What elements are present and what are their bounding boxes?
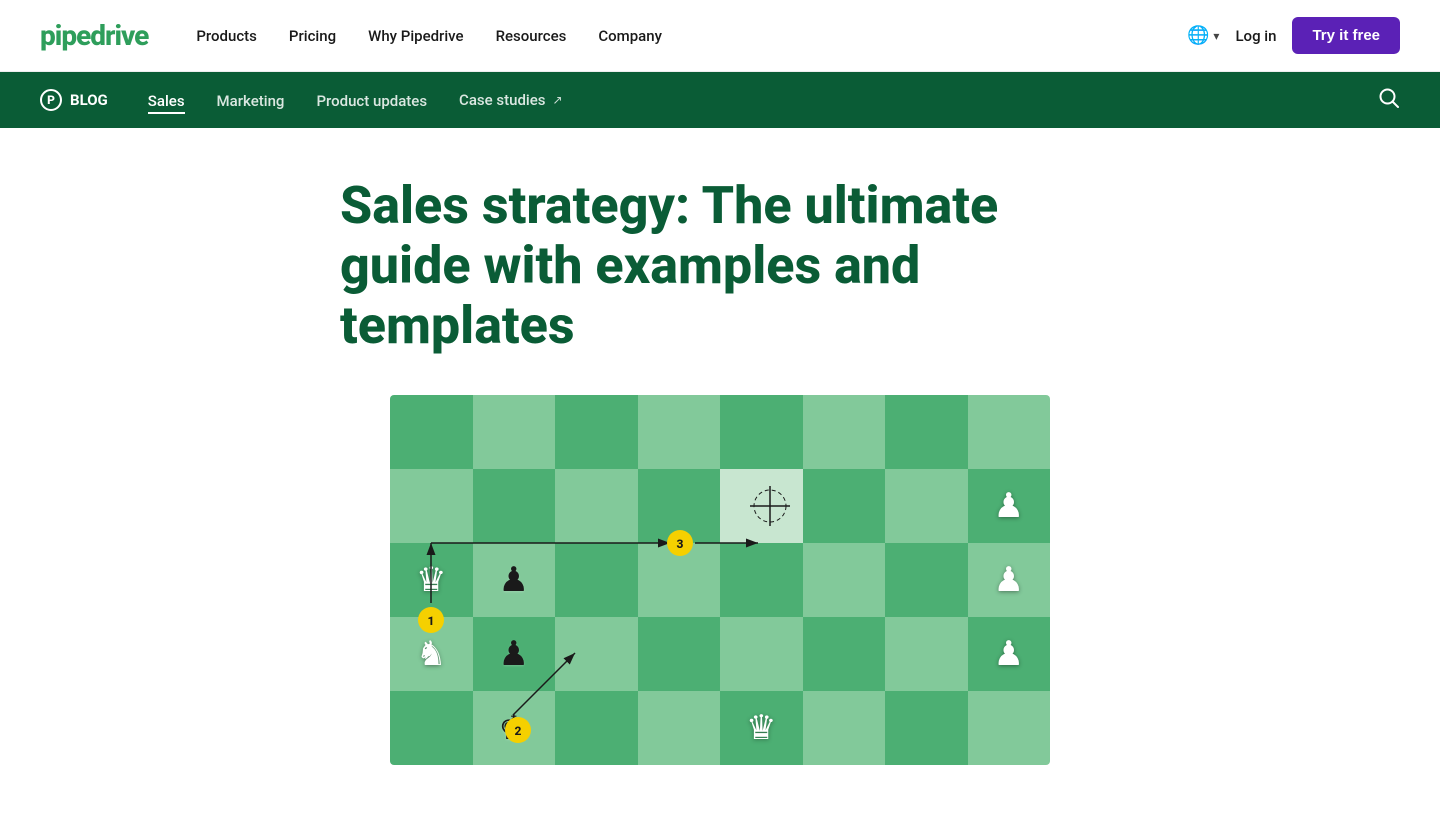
cell-r3c6 [803, 543, 886, 617]
black-pawn-r3c2: ♟ [499, 563, 529, 597]
external-link-icon: ↗ [553, 93, 563, 107]
cell-r1c2 [473, 395, 556, 469]
cell-r1c3 [555, 395, 638, 469]
blog-search-button[interactable] [1378, 87, 1400, 114]
blog-label: BLOG [70, 91, 108, 109]
white-pawn-r3c8: ♟ [994, 563, 1024, 597]
nav-products[interactable]: Products [196, 27, 257, 45]
blog-nav-product-updates[interactable]: Product updates [316, 92, 427, 110]
cell-r2c6 [803, 469, 886, 543]
main-content: Sales strategy: The ultimate guide with … [0, 128, 1440, 765]
cell-r4c8: ♟ [968, 617, 1051, 691]
chess-board-grid: ♟ ♛ ♟ ♟ ♞ ♟ [390, 395, 1050, 765]
cell-r3c8: ♟ [968, 543, 1051, 617]
white-king-r5c5: ♛ [746, 711, 776, 745]
cell-r1c4 [638, 395, 721, 469]
cell-r4c5 [720, 617, 803, 691]
cell-r2c1 [390, 469, 473, 543]
cell-r4c1: ♞ [390, 617, 473, 691]
cell-r3c3 [555, 543, 638, 617]
cell-r2c7 [885, 469, 968, 543]
language-selector[interactable]: 🌐 ▾ [1187, 25, 1219, 46]
cell-r2c3 [555, 469, 638, 543]
nav-pricing[interactable]: Pricing [289, 27, 336, 45]
try-free-button[interactable]: Try it free [1292, 17, 1400, 54]
blog-logo[interactable]: P BLOG [40, 89, 108, 111]
login-link[interactable]: Log in [1235, 27, 1276, 45]
cell-r3c4 [638, 543, 721, 617]
cell-r1c1 [390, 395, 473, 469]
cell-r1c6 [803, 395, 886, 469]
cell-r4c4 [638, 617, 721, 691]
cell-r2c4 [638, 469, 721, 543]
nav-resources[interactable]: Resources [496, 27, 567, 45]
cell-r2c5-target [720, 469, 803, 543]
nav-right-section: 🌐 ▾ Log in Try it free [1187, 17, 1400, 54]
cell-r5c6 [803, 691, 886, 765]
white-pawn-r4c8: ♟ [994, 637, 1024, 671]
black-king-r5c2: ♚ [499, 711, 529, 745]
cell-r1c7 [885, 395, 968, 469]
blog-nav-case-studies[interactable]: Case studies ↗ [459, 91, 563, 109]
cell-r4c3 [555, 617, 638, 691]
black-pawn-r4c2: ♟ [499, 637, 529, 671]
cell-r4c6 [803, 617, 886, 691]
blog-nav-sales[interactable]: Sales [148, 92, 185, 114]
cell-r5c8 [968, 691, 1051, 765]
cell-r5c4 [638, 691, 721, 765]
cell-r3c2: ♟ [473, 543, 556, 617]
cell-r3c5 [720, 543, 803, 617]
cell-r1c5 [720, 395, 803, 469]
cell-r3c1: ♛ [390, 543, 473, 617]
article-title: Sales strategy: The ultimate guide with … [340, 176, 1100, 355]
cell-r5c7 [885, 691, 968, 765]
blog-p-icon: P [40, 89, 62, 111]
cell-r4c7 [885, 617, 968, 691]
cell-r5c3 [555, 691, 638, 765]
pipedrive-logo[interactable]: pipedrive [40, 19, 148, 52]
top-navigation: pipedrive Products Pricing Why Pipedrive… [0, 0, 1440, 72]
cell-r2c8: ♟ [968, 469, 1051, 543]
white-queen-r3c1: ♛ [416, 563, 446, 597]
main-nav-links: Products Pricing Why Pipedrive Resources… [196, 26, 1187, 45]
cell-r2c2 [473, 469, 556, 543]
cell-r4c2: ♟ [473, 617, 556, 691]
cell-r1c8 [968, 395, 1051, 469]
globe-icon: 🌐 [1187, 25, 1209, 46]
white-pawn-r2c8: ♟ [994, 489, 1024, 523]
chess-board-illustration: ♟ ♛ ♟ ♟ ♞ ♟ [390, 395, 1050, 765]
cell-r5c5: ♛ [720, 691, 803, 765]
chevron-down-icon: ▾ [1213, 29, 1219, 43]
blog-nav-marketing[interactable]: Marketing [217, 92, 285, 110]
cell-r5c2: ♚ [473, 691, 556, 765]
nav-why-pipedrive[interactable]: Why Pipedrive [368, 27, 463, 45]
cell-r5c1 [390, 691, 473, 765]
white-knight-r4c1: ♞ [416, 637, 446, 671]
blog-nav-links: Sales Marketing Product updates Case stu… [148, 91, 1378, 110]
cell-r3c7 [885, 543, 968, 617]
nav-company[interactable]: Company [598, 27, 662, 45]
blog-navigation: P BLOG Sales Marketing Product updates C… [0, 72, 1440, 128]
